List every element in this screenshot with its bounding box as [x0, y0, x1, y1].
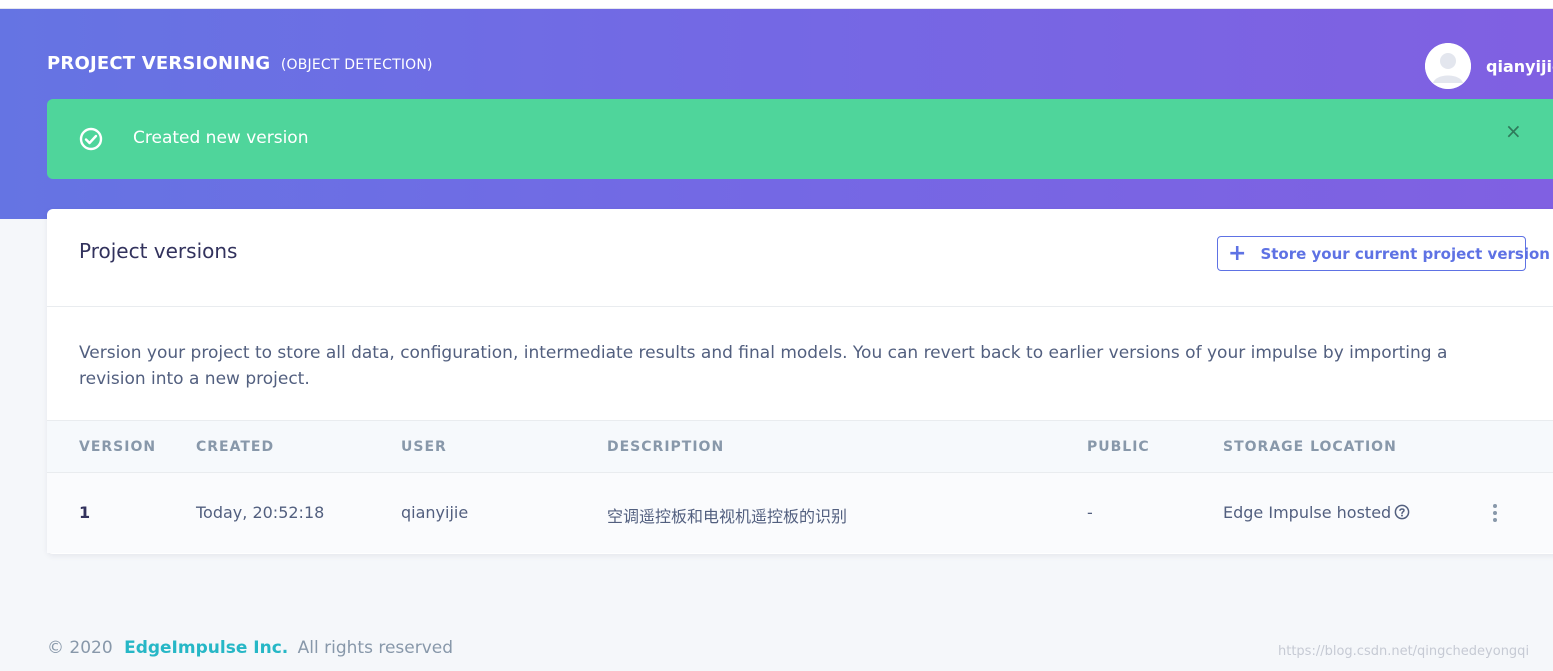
cell-version: 1: [79, 503, 91, 522]
project-versions-card: Project versions + Store your current pr…: [47, 209, 1553, 554]
footer-copyright: © 2020: [47, 638, 113, 658]
cell-created: Today, 20:52:18: [196, 503, 325, 522]
card-description: Version your project to store all data, …: [79, 343, 1448, 389]
check-circle-icon: [79, 127, 103, 151]
footer-rights: All rights reserved: [297, 638, 454, 658]
user-avatar-icon: [1425, 43, 1471, 89]
column-header-user[interactable]: USER: [401, 439, 447, 455]
storage-location-text: Edge Impulse hosted: [1223, 503, 1392, 522]
column-header-storage-location[interactable]: STORAGE LOCATION: [1223, 439, 1397, 455]
card-title: Project versions: [79, 239, 238, 263]
footer: © 2020 EdgeImpulse Inc. All rights reser…: [47, 638, 453, 658]
help-icon[interactable]: [1394, 504, 1410, 520]
column-header-created[interactable]: CREATED: [196, 439, 274, 455]
store-version-button[interactable]: + Store your current project version: [1217, 236, 1550, 271]
cell-description: 空调遥控板和电视机遥控板的识别: [607, 507, 848, 526]
top-strip: [0, 0, 1553, 9]
page-subtitle: (OBJECT DETECTION): [280, 57, 433, 73]
column-header-description[interactable]: DESCRIPTION: [607, 439, 724, 455]
close-icon[interactable]: ×: [1505, 121, 1522, 141]
footer-company-link[interactable]: EdgeImpulse Inc.: [124, 638, 288, 658]
page-title: PROJECT VERSIONING (OBJECT DETECTION): [47, 53, 433, 74]
page-title-text: PROJECT VERSIONING: [47, 53, 271, 74]
username[interactable]: qianyijie: [1486, 57, 1553, 76]
cell-storage-location: Edge Impulse hosted: [1223, 503, 1410, 522]
cell-public: -: [1087, 503, 1093, 522]
watermark: https://blog.csdn.net/qingchedeyongqi: [1278, 644, 1530, 659]
divider: [47, 306, 1553, 307]
cell-user: qianyijie: [401, 503, 469, 522]
store-version-label: Store your current project version: [1260, 244, 1550, 263]
more-options-icon[interactable]: [1489, 503, 1501, 523]
column-header-public[interactable]: PUBLIC: [1087, 439, 1150, 455]
table-row[interactable]: 1 Today, 20:52:18 qianyijie 空调遥控板和电视机遥控板…: [47, 473, 1553, 553]
column-header-version[interactable]: VERSION: [79, 439, 156, 455]
success-alert: Created new version ×: [47, 99, 1553, 179]
avatar[interactable]: [1425, 43, 1471, 89]
table-header: VERSION CREATED USER DESCRIPTION PUBLIC …: [47, 420, 1553, 473]
plus-icon: +: [1228, 240, 1247, 266]
alert-message: Created new version: [133, 128, 309, 148]
